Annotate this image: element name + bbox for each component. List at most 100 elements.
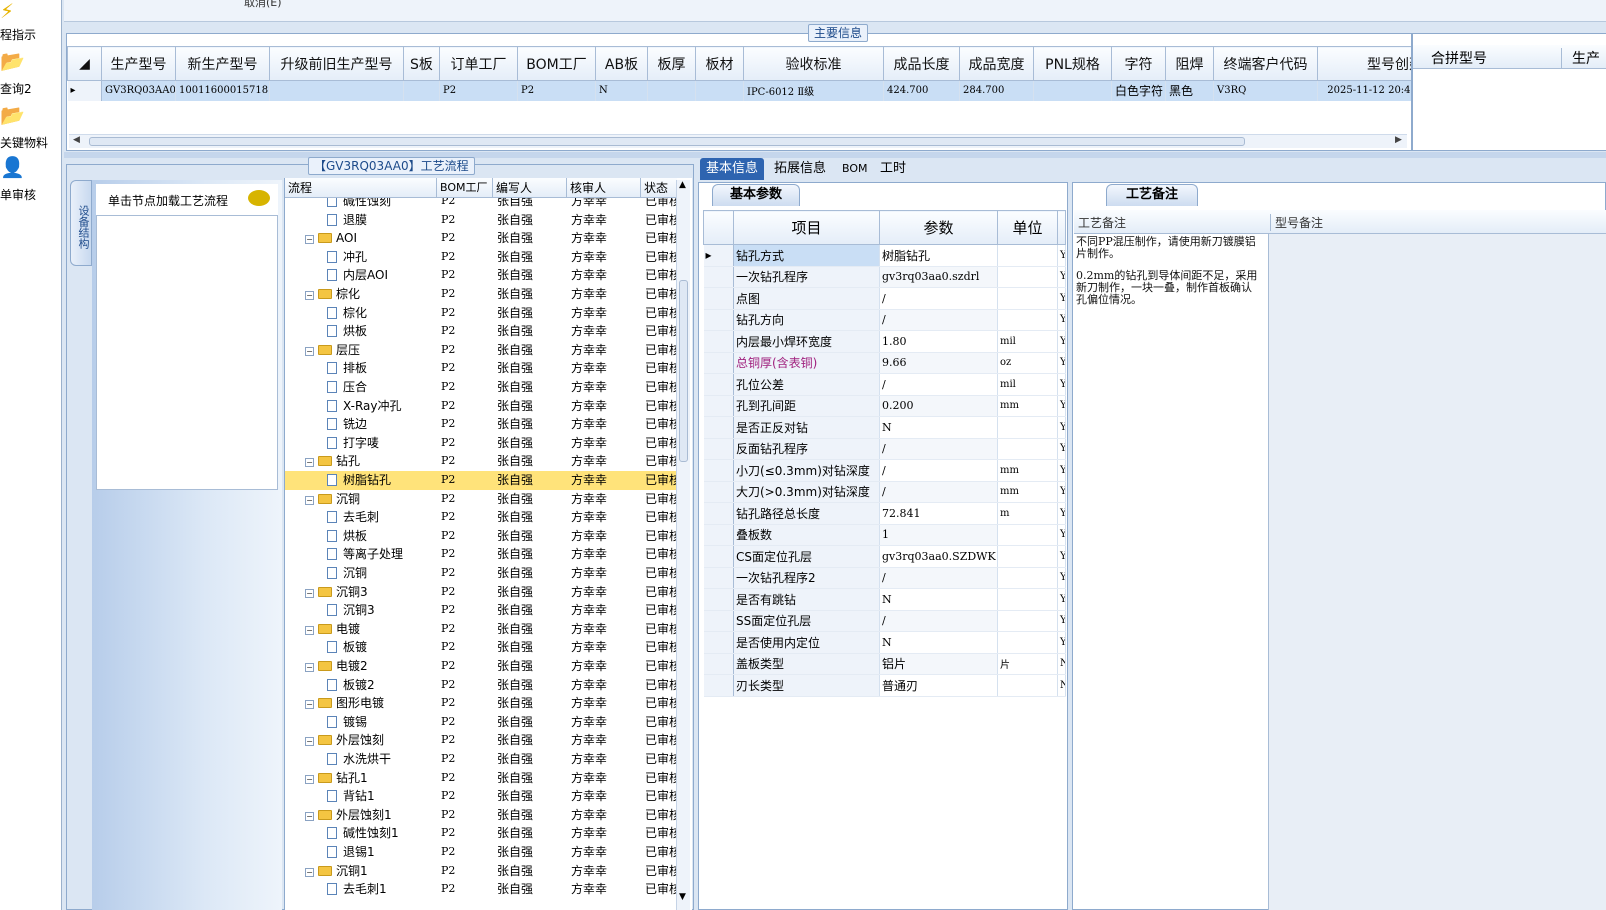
tree-node[interactable]: 排板 (327, 359, 437, 377)
table-cell[interactable]: 黑色 (1165, 80, 1214, 101)
tree-node[interactable]: − 图形电镀 (305, 694, 437, 712)
param-row[interactable]: 内层最小焊环宽度1.80milY (703, 330, 1066, 353)
tree-row[interactable]: 排板 P2 张自强 方幸幸 已审核 (285, 359, 677, 378)
param-row[interactable]: 一次钻孔程序gv3rq03aa0.szdrl Y (703, 266, 1066, 288)
tree-row[interactable]: 铣边 P2 张自强 方幸幸 已审核 (285, 415, 677, 434)
tree-row[interactable]: − 图形电镀 P2 张自强 方幸幸 已审核 (285, 694, 677, 713)
tree-row[interactable]: 板镀2 P2 张自强 方幸幸 已审核 (285, 676, 677, 695)
param-row[interactable]: 孔位公差/milY (703, 373, 1066, 396)
nav-item-query2[interactable]: 📂 查询2 (0, 50, 62, 102)
param-cell-value[interactable]: 普通刃 (879, 674, 998, 697)
tree-row[interactable]: 背钻1 P2 张自强 方幸幸 已审核 (285, 787, 677, 806)
col-header[interactable]: 阻焊 (1165, 46, 1214, 81)
tree-node[interactable]: − 钻孔 (305, 452, 437, 470)
tree-node[interactable]: − 沉铜3 (305, 583, 437, 601)
tree-row[interactable]: − 外层蚀刻1 P2 张自强 方幸幸 已审核 (285, 806, 677, 825)
tab-basic-info[interactable]: 基本信息 (700, 158, 765, 180)
col-header[interactable]: 状态 (641, 178, 677, 198)
param-row[interactable]: 叠板数1 Y (703, 524, 1066, 546)
param-row[interactable]: 小刀(≤0.3mm)对钻深度/mmY (703, 459, 1066, 482)
collapse-toggle-icon[interactable]: − (305, 291, 314, 300)
horizontal-scrollbar[interactable]: ◀ ▶ (69, 134, 1407, 148)
subtab-process-remarks[interactable]: 工艺备注 (1106, 184, 1198, 206)
tree-node[interactable]: 背钻1 (327, 787, 437, 805)
col-header[interactable]: 核审人 (567, 178, 641, 198)
param-cell-value[interactable]: 铝片 (879, 653, 998, 675)
tree-node[interactable]: 压合 (327, 378, 437, 396)
col-header[interactable]: BOM工厂 (437, 178, 493, 198)
table-cell[interactable]: P2 (517, 80, 596, 101)
tree-row[interactable]: 内层AOI P2 张自强 方幸幸 已审核 (285, 266, 677, 285)
model-remarks-area[interactable] (1268, 234, 1606, 910)
collapse-toggle-icon[interactable]: − (305, 346, 314, 356)
param-row[interactable]: 孔到孔间距0.200mmY (703, 395, 1066, 417)
tree-row[interactable]: 棕化 P2 张自强 方幸幸 已审核 (285, 304, 677, 323)
tree-row[interactable]: 沉铜3 P2 张自强 方幸幸 已审核 (285, 601, 677, 620)
param-cell-value[interactable]: 9.66 (879, 352, 998, 374)
table-row[interactable]: ▸ GV3RQ03AA0 10011600015718 P2 P2 N IPC-… (67, 80, 1438, 101)
tree-node[interactable]: − 电镀2 (305, 657, 437, 675)
col-header[interactable]: 新生产型号 (175, 46, 270, 81)
tree-row[interactable]: − 沉铜 P2 张自强 方幸幸 已审核 (285, 490, 677, 509)
col-header[interactable]: BOM工厂 (517, 46, 596, 81)
tree-row[interactable]: 水洗烘干 P2 张自强 方幸幸 已审核 (285, 750, 677, 769)
param-cell-value[interactable]: 1 (879, 524, 998, 546)
tab-extended-info[interactable]: 拓展信息 (768, 158, 832, 180)
param-row[interactable]: 总铜厚(含表铜)9.66ozY (703, 352, 1066, 374)
col-header[interactable]: 合拼型号 (1431, 48, 1487, 68)
tree-node[interactable]: 冲孔 (327, 248, 437, 266)
subtab-basic-params[interactable]: 基本参数 (712, 184, 800, 206)
tab-work-hours[interactable]: 工时 (874, 158, 912, 180)
param-row[interactable]: 一次钻孔程序2/ Y (703, 567, 1066, 589)
col-header[interactable]: 成品宽度 (959, 46, 1034, 81)
collapse-toggle-icon[interactable]: − (305, 495, 314, 505)
param-cell-value[interactable]: 树脂钻孔 (879, 244, 998, 267)
tree-node[interactable]: 板镀2 (327, 676, 437, 694)
tree-node[interactable]: − 钻孔1 (305, 769, 437, 787)
collapse-toggle-icon[interactable]: − (305, 737, 314, 747)
tree-node[interactable]: 铣边 (327, 415, 437, 433)
col-header[interactable]: 验收标准 (743, 46, 884, 81)
tree-row[interactable]: 镀锡 P2 张自强 方幸幸 已审核 (285, 713, 677, 732)
collapse-toggle-icon[interactable]: − (305, 663, 314, 672)
tree-row[interactable]: 等离子处理 P2 张自强 方幸幸 已审核 (285, 545, 677, 564)
param-cell-value[interactable]: 1.80 (879, 330, 998, 353)
nav-item-process-guide[interactable]: ⚡ 程指示 (0, 0, 62, 52)
param-cell-value[interactable]: / (879, 567, 998, 589)
tree-node[interactable]: 烘板 (327, 322, 437, 340)
tree-row[interactable]: 碱性蚀刻1 P2 张自强 方幸幸 已审核 (285, 824, 677, 843)
collapse-toggle-icon[interactable]: − (305, 867, 314, 877)
param-row[interactable]: 大刀(>0.3mm)对钻深度/mmY (703, 481, 1066, 503)
table-cell[interactable] (1033, 80, 1112, 101)
col-header[interactable]: 生产型号 (101, 46, 176, 81)
tree-node[interactable]: 镀锡 (327, 713, 437, 731)
tree-node[interactable]: 水洗烘干 (327, 750, 437, 768)
tree-row[interactable]: 退膜 P2 张自强 方幸幸 已审核 (285, 211, 677, 230)
tree-row[interactable]: 烘板 P2 张自强 方幸幸 已审核 (285, 322, 677, 341)
param-row[interactable]: 钻孔路径总长度72.841mY (703, 502, 1066, 525)
tree-row[interactable]: − 沉铜1 P2 张自强 方幸幸 已审核 (285, 862, 677, 881)
param-row[interactable]: SS面定位孔层/ Y (703, 610, 1066, 632)
collapse-toggle-icon[interactable]: − (305, 588, 314, 598)
table-cell[interactable]: IPC-6012 Ⅱ级 (743, 80, 884, 101)
tree-node[interactable]: − 棕化 (305, 285, 437, 303)
tree-row[interactable]: − 沉铜3 P2 张自强 方幸幸 已审核 (285, 583, 677, 602)
param-row[interactable]: 刃长类型普通刃 N (703, 674, 1066, 697)
scroll-thumb[interactable] (679, 280, 688, 462)
param-cell-value[interactable]: / (879, 287, 998, 310)
tree-node[interactable]: − 沉铜 (305, 490, 437, 508)
tree-row[interactable]: − 棕化 P2 张自强 方幸幸 已审核 (285, 285, 677, 304)
table-cell[interactable]: P2 (439, 80, 518, 101)
col-header[interactable]: 参数 (879, 210, 998, 245)
tree-node[interactable]: 退膜 (327, 211, 437, 229)
tree-row[interactable]: − 电镀2 P2 张自强 方幸幸 已审核 (285, 657, 677, 676)
col-header[interactable]: AB板 (595, 46, 648, 81)
tree-node[interactable]: 沉铜3 (327, 601, 437, 619)
tree-row[interactable]: X-Ray冲孔 P2 张自强 方幸幸 已审核 (285, 397, 677, 416)
tree-row[interactable]: 烘板 P2 张自强 方幸幸 已审核 (285, 527, 677, 546)
tree-node[interactable]: X-Ray冲孔 (327, 397, 437, 415)
collapse-toggle-icon[interactable]: − (305, 458, 314, 468)
table-cell[interactable] (695, 80, 744, 101)
table-cell[interactable] (403, 80, 440, 101)
param-cell-value[interactable]: / (879, 459, 998, 482)
